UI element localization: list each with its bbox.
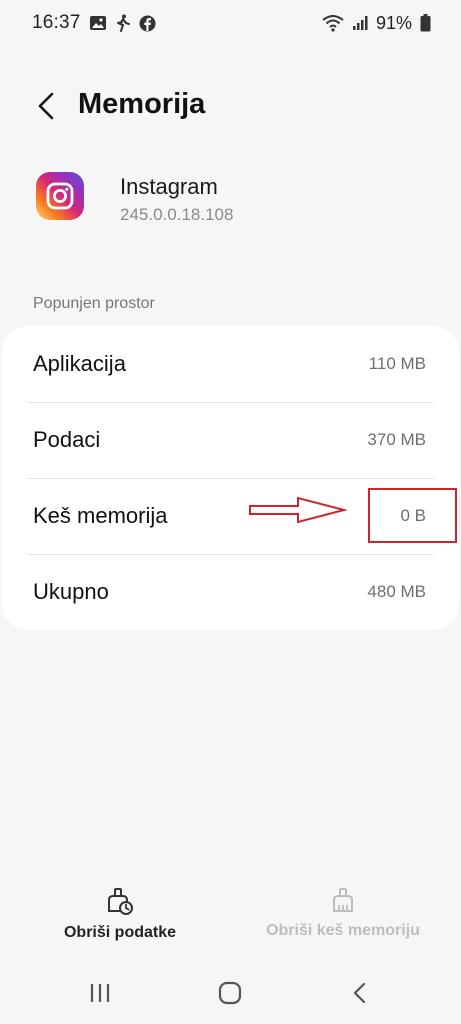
gallery-icon bbox=[89, 15, 107, 31]
clear-data-label: Obriši podatke bbox=[63, 924, 177, 941]
app-version: 245.0.0.18.108 bbox=[120, 205, 234, 224]
header: Memorija bbox=[0, 78, 461, 134]
signal-icon bbox=[352, 15, 368, 31]
storage-card: Aplikacija 110 MB Podaci 370 MB Keš memo… bbox=[2, 326, 459, 630]
battery-icon bbox=[420, 14, 431, 32]
instagram-icon bbox=[36, 172, 84, 220]
annotation-arrow-icon bbox=[249, 496, 348, 524]
status-left: 16:37 bbox=[32, 12, 156, 34]
wifi-icon bbox=[322, 14, 344, 32]
row-value: 370 MB bbox=[367, 430, 426, 449]
storage-row-total: Ukupno 480 MB bbox=[2, 554, 459, 630]
home-icon bbox=[218, 981, 242, 1005]
recents-button[interactable] bbox=[80, 977, 120, 1009]
home-button[interactable] bbox=[210, 977, 250, 1009]
row-value: 480 MB bbox=[367, 582, 426, 601]
app-name: Instagram bbox=[120, 174, 218, 199]
status-time: 16:37 bbox=[32, 12, 81, 33]
clear-cache-label: Obriši keš memoriju bbox=[266, 922, 420, 939]
facebook-icon bbox=[139, 15, 156, 32]
clear-data-icon bbox=[108, 888, 133, 915]
clear-data-button[interactable]: Obriši podatke bbox=[40, 886, 200, 942]
app-info: Instagram 245.0.0.18.108 bbox=[0, 168, 461, 232]
clear-cache-button[interactable]: Obriši keš memoriju bbox=[248, 886, 438, 940]
recents-icon bbox=[90, 984, 110, 1002]
row-value: 110 MB bbox=[368, 354, 426, 373]
row-label: Aplikacija bbox=[33, 351, 126, 376]
back-button[interactable] bbox=[28, 86, 64, 126]
storage-row-app: Aplikacija 110 MB bbox=[2, 326, 459, 402]
nav-bar bbox=[0, 965, 461, 1021]
status-right: 91% bbox=[322, 13, 431, 34]
section-label: Popunjen prostor bbox=[33, 295, 155, 312]
row-label: Podaci bbox=[33, 427, 101, 452]
row-label: Ukupno bbox=[33, 579, 109, 604]
chevron-left-icon bbox=[38, 92, 54, 120]
status-bar: 16:37 91% bbox=[0, 0, 461, 46]
annotation-box bbox=[368, 488, 457, 543]
page-title: Memorija bbox=[78, 88, 206, 120]
battery-percent: 91% bbox=[375, 12, 412, 33]
row-label: Keš memorija bbox=[33, 503, 168, 528]
walking-icon bbox=[115, 14, 131, 32]
clear-cache-icon bbox=[333, 888, 353, 912]
back-icon bbox=[353, 982, 366, 1004]
storage-row-data: Podaci 370 MB bbox=[2, 402, 459, 478]
nav-back-button[interactable] bbox=[340, 977, 380, 1009]
